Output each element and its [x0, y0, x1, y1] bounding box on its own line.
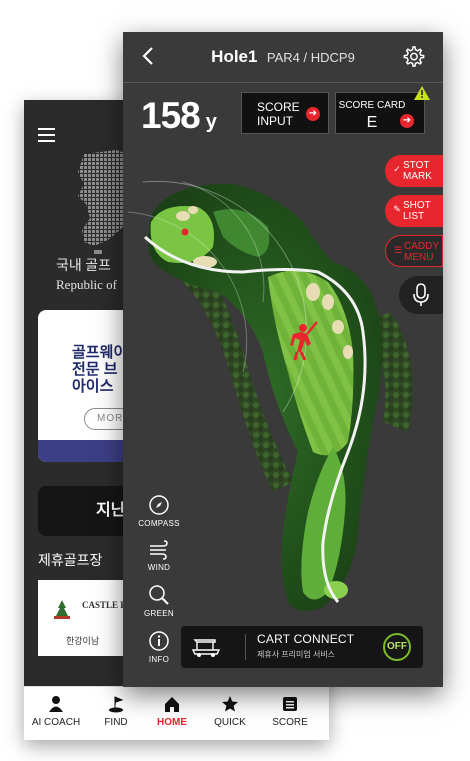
hole-view-screen: Hole1 PAR4 / HDCP9 158 y SCORE INPUT ➜ SC… [123, 32, 443, 687]
score-input-line2: INPUT [257, 114, 293, 128]
home-icon [165, 697, 179, 712]
gear-icon[interactable] [403, 46, 425, 68]
nav-ai-coach[interactable]: AI COACH [26, 695, 86, 728]
nav-label: AI COACH [31, 717, 81, 728]
info-tool[interactable]: INFO [137, 630, 181, 664]
score-input-line1: SCORE [257, 100, 300, 114]
nav-find[interactable]: FIND [86, 695, 146, 728]
golf-cart-icon [191, 639, 221, 657]
distance-value: 158 [141, 95, 201, 136]
arrow-right-icon: ➜ [306, 107, 320, 121]
shot-line1: SHOT [403, 200, 431, 211]
header-divider [123, 82, 443, 83]
nav-label: SCORE [272, 717, 308, 728]
wind-label: WIND [147, 563, 171, 572]
compass-label: COMPASS [138, 519, 180, 528]
microphone-button[interactable] [399, 276, 443, 314]
arrow-right-icon: ➜ [400, 114, 414, 128]
green-label: GREEN [144, 609, 174, 618]
cart-connect-title: CART CONNECT [257, 632, 355, 646]
nav-label: FIND [104, 717, 128, 728]
score-input-label: SCORE INPUT [257, 100, 300, 128]
caddy-line2: MENU [404, 252, 434, 263]
compass-icon [149, 495, 169, 515]
microphone-icon [413, 283, 429, 306]
nav-score[interactable]: SCORE [260, 695, 320, 728]
nav-label: QUICK [214, 717, 246, 728]
score-input-button[interactable]: SCORE INPUT ➜ [241, 92, 329, 134]
cart-divider [245, 634, 246, 660]
region-korean: 국내 골프 [56, 259, 112, 274]
hole-number: Hole1 [211, 47, 258, 66]
pencil-icon: ✎ [393, 204, 401, 214]
cart-connect-panel[interactable]: CART CONNECT 제휴사 프리미엄 서비스 OFF [181, 626, 423, 668]
caddy-menu-button[interactable]: ☰ CADDY MENU [385, 235, 443, 267]
region-english: Republic of [56, 277, 118, 292]
bottom-nav: AI COACH FIND HOME QUICK SCORE [24, 686, 329, 740]
score-card-value: E [366, 114, 378, 131]
shot-list-button[interactable]: ✎ SHOT LIST [385, 195, 443, 227]
nav-home[interactable]: HOME [142, 695, 202, 728]
partner-label: 한강이남 [66, 636, 100, 646]
person-icon [49, 696, 63, 712]
compass-tool[interactable]: COMPASS [137, 494, 181, 528]
green-tool[interactable]: GREEN [137, 584, 181, 618]
partner-section-title: 제휴골프장 [38, 552, 103, 568]
caddy-line1: CADDY [404, 241, 440, 252]
hole-title: Hole1 PAR4 / HDCP9 [123, 47, 443, 67]
menu-icon[interactable] [38, 128, 55, 142]
cart-connect-subtitle: 제휴사 프리미엄 서비스 [257, 650, 336, 659]
score-card-button[interactable]: SCORE CARD E ➜ [335, 92, 425, 134]
hole-info: PAR4 / HDCP9 [266, 50, 355, 65]
distance-readout: 158 y [141, 95, 217, 137]
stot-line1: STOT [403, 160, 430, 171]
info-icon [149, 631, 169, 651]
castle-pine-logo-icon [54, 600, 70, 619]
scorecard-icon [283, 697, 297, 711]
nav-quick[interactable]: QUICK [200, 695, 260, 728]
stot-mark-button[interactable]: ✓ STOT MARK [385, 155, 443, 187]
distance-unit: y [205, 111, 217, 133]
warning-icon [414, 86, 430, 100]
cart-connect-toggle[interactable]: OFF [383, 633, 411, 661]
score-card-label: SCORE CARD [338, 100, 406, 111]
shot-line2: LIST [403, 211, 425, 222]
region-label: 국내 골프 Republic of [56, 258, 117, 294]
wind-tool[interactable]: WIND [137, 540, 181, 572]
flag-icon [109, 696, 124, 713]
star-icon [222, 696, 238, 712]
check-icon: ✓ [393, 164, 401, 174]
nav-label: HOME [157, 717, 187, 728]
stot-line2: MARK [403, 171, 432, 182]
wind-icon [150, 540, 168, 560]
magnifier-icon [149, 585, 169, 605]
info-label: INFO [148, 655, 170, 664]
top-bar: Hole1 PAR4 / HDCP9 [123, 32, 443, 82]
list-icon: ☰ [393, 245, 403, 255]
